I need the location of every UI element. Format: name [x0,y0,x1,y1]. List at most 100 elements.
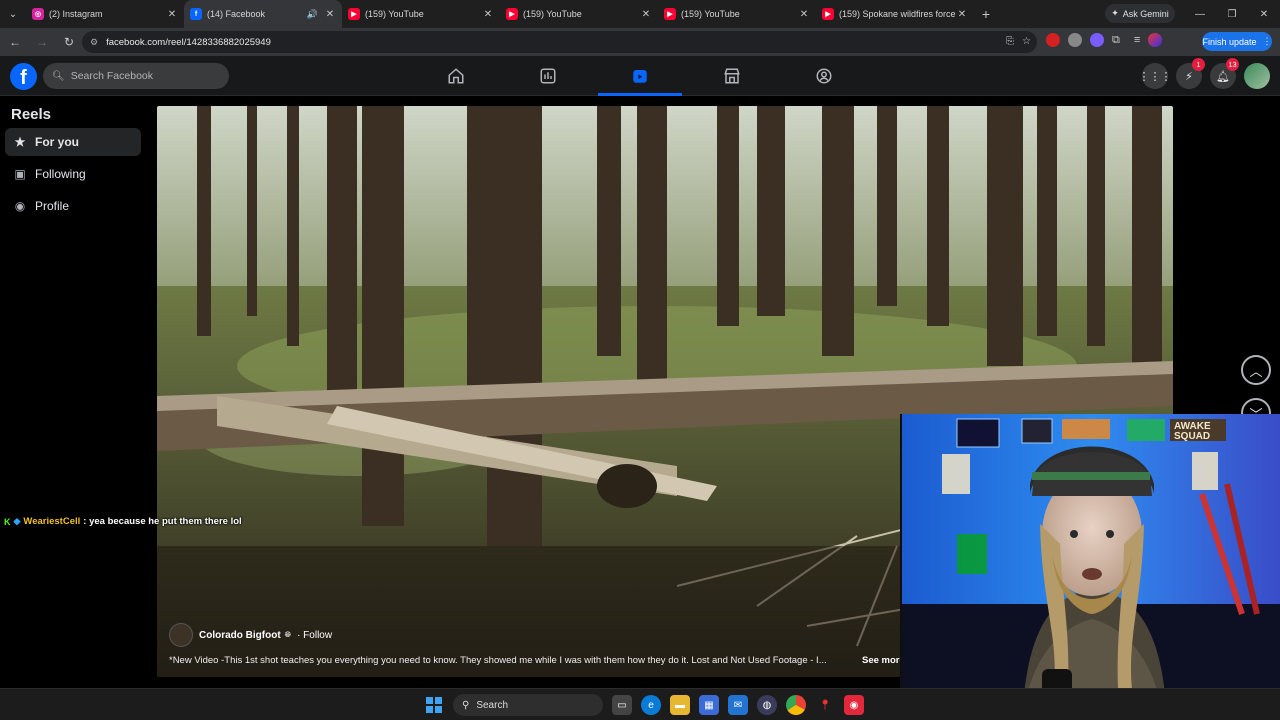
messenger-icon: ⚡︎ [1185,70,1193,83]
grid-icon: ⋮⋮⋮ [1138,70,1172,83]
finish-update-label: Finish update [1202,36,1257,47]
tab-title: (14) Facebook [207,9,266,19]
youtube-icon: ▶ [348,8,360,20]
home-icon [448,68,464,84]
extension-red-icon[interactable] [1046,33,1060,47]
facebook-header-actions: ⋮⋮⋮ ⚡︎ 1 🔔︎ 13 [1139,58,1270,89]
author-avatar[interactable] [169,623,193,647]
address-bar[interactable]: ⚙ facebook.com/reel/1428336882025949 ⎘ ☆ [82,31,1037,53]
chat-message-text: : yea because he put them there lol [83,516,242,527]
reels-icon [633,70,647,83]
ask-gemini-button[interactable]: ✦ Ask Gemini [1105,4,1175,23]
mail-icon[interactable]: ✉ [728,695,748,715]
new-tab-button[interactable]: + [974,6,998,22]
window-controls: — ❐ ✕ [1184,0,1280,28]
tab-youtube-1[interactable]: ▶ (159) YouTube ✕ [342,0,500,28]
stream-chat-message: K ◆ WeariestCell : yea because he put th… [4,516,242,527]
reels-sidebar: Reels ★ For you ▣ Following ◉ Profile [0,96,150,686]
tab-facebook[interactable]: f (14) Facebook 🔊 ✕ [184,0,342,28]
task-view-icon[interactable]: ▭ [612,695,632,715]
tab-title: (159) Spokane wildfires force th [839,9,956,19]
edge-icon[interactable]: e [641,695,661,715]
store-icon[interactable]: ▦ [699,695,719,715]
globe-icon: 🌐︎ [284,630,292,639]
messenger-button[interactable]: ⚡︎ 1 [1176,58,1205,89]
close-window-icon[interactable]: ✕ [1248,0,1280,28]
windows-start-icon[interactable] [424,695,444,715]
search-placeholder: Search Facebook [70,70,154,82]
marketplace-nav-tab[interactable] [686,56,778,96]
finish-update-button[interactable]: Finish update ⋮ [1202,32,1272,51]
close-icon[interactable]: ✕ [798,9,810,20]
extension-grey-icon[interactable] [1068,33,1082,47]
star-icon: ★ [14,135,26,149]
sub-badge-icon: ◆ [13,516,21,526]
speaker-icon[interactable]: 🔊 [307,9,318,20]
profile-avatar-icon[interactable] [1148,33,1163,47]
tab-youtube-4[interactable]: ▶ (159) Spokane wildfires force th ✕ [816,0,974,28]
puzzle-icon[interactable]: ⧉ [1112,34,1120,47]
windows-taskbar: ⚲ Search ▭ e ▬ ▦ ✉ ◍ 📍︎ ◉ [0,688,1280,720]
facebook-header: f 🔍︎ Search Facebook ⋮⋮⋮ ⚡︎ 1 🔔︎ 13 [0,56,1280,96]
instagram-icon: ◎ [32,8,44,20]
reload-icon[interactable]: ↻ [57,30,81,54]
close-icon[interactable]: ✕ [482,9,494,20]
notifications-button[interactable]: 🔔︎ 13 [1210,58,1239,89]
tab-title: (2) Instagram [49,9,103,19]
reading-list-icon[interactable]: ≡ [1134,34,1140,46]
menu-grid-button[interactable]: ⋮⋮⋮ [1139,63,1172,89]
streamer-webcam-image: AWAKE SQUAD [902,414,1280,720]
sidebar-item-following[interactable]: ▣ Following [5,160,141,188]
obs-icon[interactable]: ◉ [844,695,864,715]
extension-purple-icon[interactable] [1090,33,1104,47]
map-pin-icon[interactable]: 📍︎ [815,695,835,715]
ask-gemini-label: Ask Gemini [1122,8,1169,19]
media-app-icon[interactable]: ◍ [757,695,777,715]
account-avatar[interactable] [1244,63,1270,89]
home-nav-tab[interactable] [410,56,502,96]
extension-icons: ⧉ ≡ [1046,33,1163,47]
svg-text:SQUAD: SQUAD [1174,431,1210,442]
youtube-icon: ▶ [664,8,676,20]
facebook-logo-icon[interactable]: f [10,63,37,90]
taskbar-search[interactable]: ⚲ Search [453,694,603,716]
search-icon: ⚲ [462,699,470,711]
bookmark-star-icon[interactable]: ☆ [1022,36,1031,47]
notifications-badge: 13 [1226,58,1239,71]
chrome-icon[interactable] [786,695,806,715]
reel-author-row: Colorado Bigfoot 🌐︎ · Follow [169,623,332,647]
chevron-up-icon: ︿ [1249,363,1263,379]
back-icon[interactable]: ← [3,30,27,54]
groups-nav-tab[interactable] [778,56,870,96]
tab-instagram[interactable]: ◎ (2) Instagram ✕ [26,0,184,28]
restore-icon[interactable]: ❐ [1216,0,1248,28]
chat-username: WeariestCell [23,516,81,527]
sidebar-item-for-you[interactable]: ★ For you [5,128,141,156]
site-info-icon[interactable]: ⚙ [90,37,98,48]
kebab-menu-icon: ⋮ [1262,36,1272,46]
install-icon[interactable]: ⎘ [1006,36,1014,47]
see-more-link[interactable]: See more [862,655,905,666]
video-nav-tab[interactable] [502,56,594,96]
youtube-icon: ▶ [506,8,518,20]
forward-icon[interactable]: → [30,30,54,54]
tab-youtube-3[interactable]: ▶ (159) YouTube ✕ [658,0,816,28]
file-explorer-icon[interactable]: ▬ [670,695,690,715]
tab-search-icon[interactable]: ⌄ [0,0,26,28]
sidebar-item-profile[interactable]: ◉ Profile [5,192,141,220]
tab-youtube-2[interactable]: ▶ (159) YouTube ✕ [500,0,658,28]
reels-nav-tab[interactable] [594,56,686,96]
close-icon[interactable]: ✕ [324,9,336,20]
follow-button[interactable]: · Follow [297,630,332,641]
sidebar-title: Reels [11,106,52,123]
youtube-icon: ▶ [822,8,834,20]
minimize-icon[interactable]: — [1184,0,1216,28]
taskbar-search-label: Search [476,699,509,711]
close-icon[interactable]: ✕ [956,9,968,20]
following-icon: ▣ [14,167,26,181]
close-icon[interactable]: ✕ [640,9,652,20]
author-name[interactable]: Colorado Bigfoot [199,630,281,641]
previous-reel-button[interactable]: ︿ [1241,355,1271,385]
facebook-search-input[interactable]: 🔍︎ Search Facebook [43,63,229,89]
close-icon[interactable]: ✕ [166,9,178,20]
